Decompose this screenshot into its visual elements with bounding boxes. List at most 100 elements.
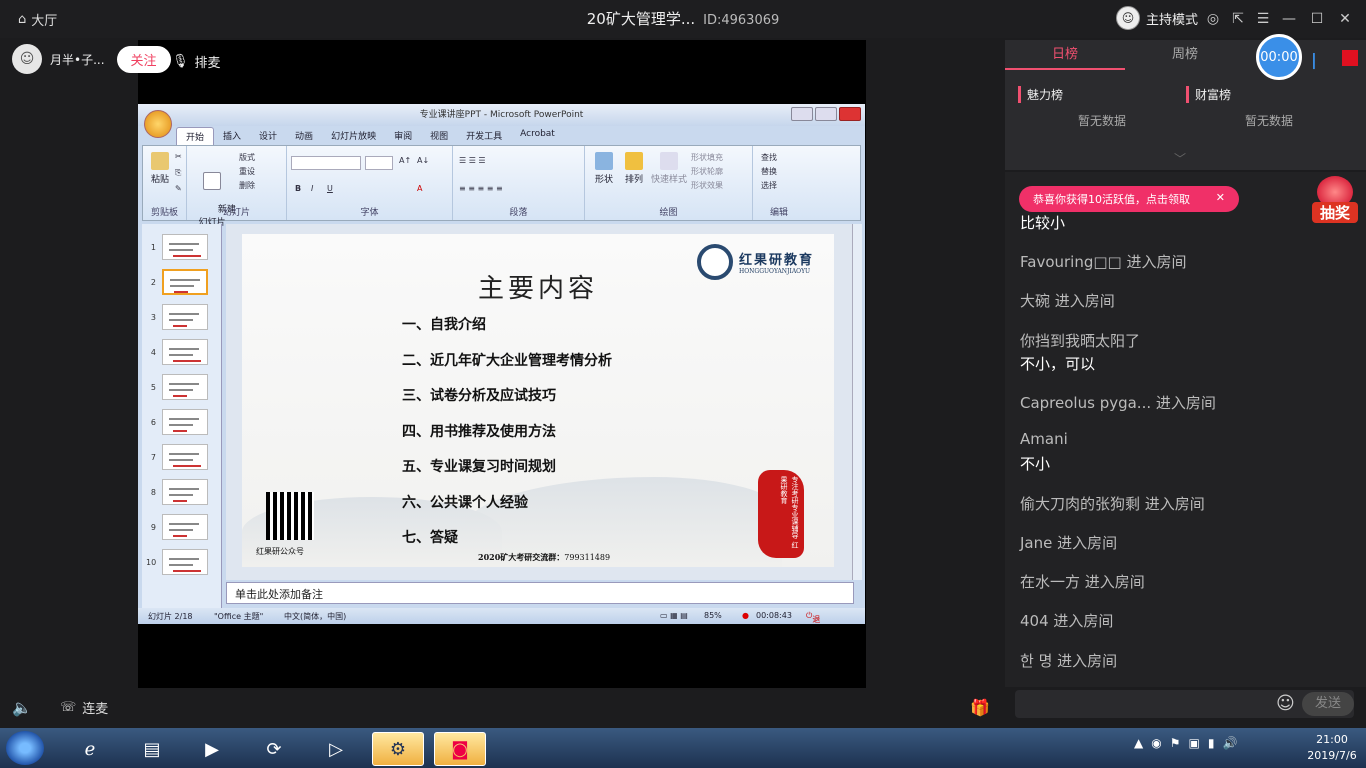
current-slide: 红果研教育 HONGGUOYANJIAOYU 主要内容 一、自我介绍 二、近几年… — [242, 234, 834, 567]
find-button[interactable]: 查找 — [761, 152, 777, 163]
reward-banner[interactable]: 恭喜你获得10活跃值，点击领取 ✕ — [1019, 186, 1239, 212]
ie-icon[interactable]: ℯ — [64, 732, 116, 766]
ppt-tab[interactable]: 设计 — [250, 127, 286, 145]
font-size-select[interactable] — [365, 156, 393, 170]
tab-daily[interactable]: 日榜 — [1005, 40, 1125, 70]
cut-icon[interactable]: ✂ — [175, 152, 182, 161]
notes-field[interactable]: 单击此处添加备注 — [226, 582, 854, 604]
shape-effect-button[interactable]: 形状效果 — [691, 180, 723, 191]
close-icon[interactable]: ✕ — [1336, 10, 1354, 28]
quick-style-button[interactable]: 快速样式 — [651, 152, 687, 185]
slide-thumbnail[interactable]: 5 — [146, 372, 218, 402]
ppt-tab[interactable]: Acrobat — [511, 127, 564, 145]
copy-icon[interactable]: ⎘ — [175, 168, 181, 178]
streamer-avatar[interactable]: ☺ — [12, 44, 42, 74]
slide-thumbnail[interactable]: 10 — [146, 547, 218, 577]
view-buttons[interactable]: ▭ ▦ ▤ — [660, 611, 688, 620]
live-app-icon[interactable]: ◙ — [434, 732, 486, 766]
zoom-level[interactable]: 85% — [704, 611, 722, 620]
ppt-tab[interactable]: 开发工具 — [457, 127, 511, 145]
ppt-maximize-icon[interactable] — [815, 107, 837, 121]
shape-outline-button[interactable]: 形状轮廓 — [691, 166, 723, 177]
ppt-tab[interactable]: 视图 — [421, 127, 457, 145]
lottery-button[interactable]: 抽奖 — [1312, 176, 1358, 230]
reset-button[interactable]: 重设 — [239, 166, 255, 177]
format-painter-icon[interactable]: ✎ — [175, 184, 182, 193]
slide-thumbnail[interactable]: 6 — [146, 407, 218, 437]
ppt-ribbon-tabs: 开始 插入 设计 动画 幻灯片放映 审阅 视图 开发工具 Acrobat — [176, 127, 564, 145]
slide-thumbnail[interactable]: 1 — [146, 232, 218, 262]
maximize-icon[interactable]: ☐ — [1308, 10, 1326, 28]
lobby-button[interactable]: ⌂ 大厅 — [18, 10, 57, 29]
ppt-minimize-icon[interactable] — [791, 107, 813, 121]
grow-font-icon[interactable]: A↑ — [399, 156, 411, 165]
slide-thumbnail[interactable]: 2 — [146, 267, 218, 297]
speaker-icon[interactable]: 🔊 — [1222, 736, 1237, 750]
slide-thumbnail[interactable]: 7 — [146, 442, 218, 472]
slide-thumbnail[interactable]: 4 — [146, 337, 218, 367]
network-icon[interactable]: ▮ — [1208, 736, 1215, 750]
sync-icon[interactable]: ⟳ — [248, 732, 300, 766]
tray-expand-icon[interactable]: ▲ — [1134, 736, 1143, 750]
align-icons[interactable]: ≡ ≡ ≡ ≡ ≡ — [459, 184, 503, 193]
taskbar-clock[interactable]: 21:00 2019/7/6 — [1302, 732, 1362, 764]
record-timer[interactable]: 00:00 — [1256, 34, 1302, 80]
agenda-item: 五、专业课复习时间规划 — [402, 459, 556, 475]
exit-share-button[interactable]: ⏻ 退出分享 — [806, 611, 820, 624]
connect-mic-button[interactable]: ☏ 连麦 — [60, 698, 108, 717]
ppt-tab[interactable]: 动画 — [286, 127, 322, 145]
start-button[interactable] — [6, 731, 44, 765]
settings-icon[interactable]: ◎ — [1204, 10, 1222, 28]
slide-thumbnail[interactable]: 8 — [146, 477, 218, 507]
font-color-icon[interactable]: A — [417, 184, 422, 193]
host-mode[interactable]: ☺ 主持模式 — [1116, 6, 1198, 30]
arrange-button[interactable]: 排列 — [621, 152, 647, 185]
exit-share-label: 退出分享 — [812, 615, 821, 624]
record-pause-icon[interactable]: | — [1311, 50, 1317, 69]
italic-icon[interactable]: I — [311, 184, 313, 193]
qq-icon[interactable]: ◉ — [1151, 736, 1161, 750]
close-icon[interactable]: ✕ — [1216, 191, 1225, 207]
ppt-tab[interactable]: 开始 — [176, 127, 215, 145]
slide-thumbnail[interactable]: 3 — [146, 302, 218, 332]
shrink-font-icon[interactable]: A↓ — [417, 156, 429, 165]
follow-button[interactable]: 关注 — [116, 45, 171, 73]
select-button[interactable]: 选择 — [761, 180, 777, 191]
shape-fill-button[interactable]: 形状填充 — [691, 152, 723, 163]
explorer-icon[interactable]: ▤ — [126, 732, 178, 766]
emoji-icon[interactable]: ☺ — [1276, 693, 1295, 714]
minimize-icon[interactable]: — — [1280, 10, 1298, 28]
slide-thumbnail[interactable]: 9 — [146, 512, 218, 542]
font-name-select[interactable] — [291, 156, 361, 170]
device-icon[interactable]: ▣ — [1188, 736, 1199, 750]
shape-button[interactable]: 形状 — [591, 152, 617, 185]
slide-scrollbar[interactable] — [852, 224, 862, 580]
flag-icon[interactable]: ⚑ — [1170, 736, 1181, 750]
paste-button[interactable]: 粘贴 — [149, 152, 171, 185]
thumb-number: 1 — [150, 242, 156, 252]
record-stop-icon[interactable] — [1342, 50, 1358, 66]
ppt-tab[interactable]: 插入 — [214, 127, 250, 145]
gift-icon[interactable]: 🎁 — [970, 698, 990, 717]
share-icon[interactable]: ⇱ — [1229, 10, 1247, 28]
replace-button[interactable]: 替换 — [761, 166, 777, 177]
layout-button[interactable]: 版式 — [239, 152, 255, 163]
bold-icon[interactable]: B — [295, 184, 301, 193]
ppt-close-icon[interactable] — [839, 107, 861, 121]
volume-icon[interactable]: 🔈 — [12, 698, 32, 717]
underline-icon[interactable]: U — [327, 184, 333, 193]
media-player-icon[interactable]: ▶ — [186, 732, 238, 766]
player-app-icon[interactable]: ▷ — [310, 732, 362, 766]
menu-icon[interactable]: ☰ — [1254, 10, 1272, 28]
send-button[interactable]: 发送 — [1302, 692, 1354, 716]
chevron-down-icon[interactable]: ﹀ — [1174, 150, 1186, 167]
office-button[interactable] — [144, 110, 172, 138]
mic-queue-button[interactable]: 🎙 排麦 — [172, 52, 221, 71]
lobby-label: 大厅 — [31, 14, 58, 29]
bullets-icon[interactable]: ☰ ☰ ☰ — [459, 156, 486, 165]
delete-button[interactable]: 删除 — [239, 180, 255, 191]
ppt-tab[interactable]: 幻灯片放映 — [322, 127, 385, 145]
ppt-tab[interactable]: 审阅 — [385, 127, 421, 145]
university-app-icon[interactable]: ⚙ — [372, 732, 424, 766]
tab-weekly[interactable]: 周榜 — [1125, 40, 1245, 70]
